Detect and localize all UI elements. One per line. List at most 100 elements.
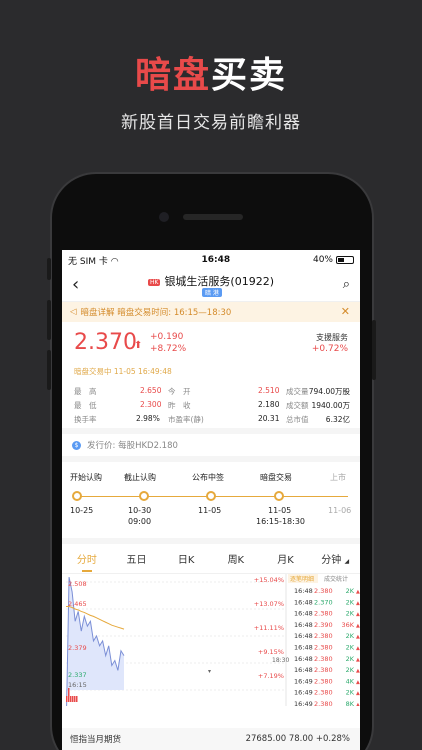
intraday-chart[interactable]: 2.508 2.465 2.379 2.337 16:15 +15.04% +13.07% +… xyxy=(62,574,360,706)
chart-tabs: 分时 五日 日K 周K 月K 分钟 ◢ xyxy=(62,544,360,574)
volume-bar xyxy=(72,696,74,702)
speaker-grille xyxy=(183,214,243,220)
dark-market-badge: 暗 港 xyxy=(202,288,222,297)
timeline-dot xyxy=(206,491,216,501)
tick-volume: 2K xyxy=(346,610,355,618)
support-service-label[interactable]: 支援服务 xyxy=(316,332,348,343)
ipo-price-label: 发行价: 每股HKD2.180 xyxy=(87,441,178,451)
hero-title: 暗盘买卖 xyxy=(0,46,422,98)
volume-down-button xyxy=(47,350,51,390)
tab-ticks-label: 逐笔明细 xyxy=(290,575,314,583)
timeline-step-label: 公布中签 xyxy=(192,473,224,482)
volume-label: 成交量 xyxy=(286,387,309,396)
timeline-dot xyxy=(72,491,82,501)
tick-price: 2.390 xyxy=(314,621,333,629)
tick-direction-icon: ▲ xyxy=(356,679,360,685)
tick-time: 16:48 xyxy=(294,587,313,595)
tab-five-day[interactable]: 五日 xyxy=(112,551,162,566)
stock-name: 银城生活服务(01922) xyxy=(164,275,275,288)
quote-panel: 2.370 ⬆ +0.190 +8.72% 支援服务 +0.72% 暗盘交易中 … xyxy=(62,322,360,384)
market-cap-label: 总市值 xyxy=(286,415,309,424)
volume-bar xyxy=(66,696,68,702)
tick-time: 16:48 xyxy=(294,655,313,663)
tab-daily-k[interactable]: 日K xyxy=(161,551,211,566)
search-icon[interactable]: ⌕ xyxy=(343,277,350,292)
tick-direction-icon: ▲ xyxy=(356,646,360,652)
tab-intraday[interactable]: 分时 xyxy=(62,551,112,572)
timeline-step-label: 开始认购 xyxy=(70,473,102,482)
close-icon[interactable]: ✕ xyxy=(341,305,350,318)
tick-price: 2.380 xyxy=(314,677,333,685)
timeline-date: 11-06 xyxy=(328,506,352,515)
pe-label: 市盈率(静) xyxy=(168,415,204,424)
tick-direction-icon: ▲ xyxy=(356,612,360,618)
price-change-pct: +8.72% xyxy=(150,344,187,354)
tick-direction-icon: ▲ xyxy=(356,634,360,640)
nav-bar: ‹ HK 银城生活服务(01922) 暗 港 ⌕ xyxy=(62,270,360,302)
tick-direction-icon: ▲ xyxy=(356,589,360,595)
tick-time: 16:48 xyxy=(294,666,313,674)
tick-volume: 2K xyxy=(346,666,355,674)
y-tick-label: 2.379 xyxy=(68,644,87,652)
y-tick-label: 2.337 xyxy=(68,671,87,679)
tick-direction-icon: ▲ xyxy=(356,691,360,697)
timeline-time: 09:00 xyxy=(128,517,152,526)
tick-price: 2.370 xyxy=(314,598,333,606)
hero-title-highlight: 暗盘 xyxy=(134,55,211,96)
carrier-label: 无 SIM 卡 ◠ xyxy=(68,256,119,267)
ipo-timeline: 开始认购 截止认购 公布中签 暗盘交易 上市 10-25 10-30 09:00… xyxy=(62,462,360,538)
timeline-step-label: 暗盘交易 xyxy=(260,473,292,482)
prev-close-value: 2.180 xyxy=(258,400,280,409)
volume-bar xyxy=(70,696,72,702)
coin-icon: $ xyxy=(72,440,81,450)
high-label: 最 高 xyxy=(74,387,97,396)
turnover-label: 换手率 xyxy=(74,415,97,424)
tick-volume: 4K xyxy=(346,677,355,685)
tick-direction-icon: ▲ xyxy=(356,657,360,663)
tick-time: 16:48 xyxy=(294,621,313,629)
notice-bar[interactable]: ◁ 暗盘详解 暗盘交易时间: 16:15—18:30 ✕ xyxy=(62,302,360,322)
tick-price: 2.380 xyxy=(314,644,333,652)
tab-weekly-k[interactable]: 周K xyxy=(211,551,261,566)
tick-volume: 36K xyxy=(341,621,354,629)
prev-close-label: 昨 收 xyxy=(168,401,191,410)
pe-value: 20.31 xyxy=(258,414,280,423)
y-tick-label: 2.508 xyxy=(68,580,87,588)
hero-title-rest: 买卖 xyxy=(211,55,288,96)
up-arrow-icon: ⬆ xyxy=(134,340,143,351)
amount-value: 1940.00万 xyxy=(311,401,350,410)
tick-price: 2.380 xyxy=(314,587,333,595)
timeline-time: 16:15-18:30 xyxy=(256,517,305,526)
notice-text: 暗盘详解 暗盘交易时间: 16:15—18:30 xyxy=(80,308,232,318)
tick-volume: 8K xyxy=(346,700,355,706)
tab-monthly-k[interactable]: 月K xyxy=(261,551,311,566)
timeline-step-label: 上市 xyxy=(330,473,346,482)
tick-time: 16:48 xyxy=(294,644,313,652)
open-value: 2.510 xyxy=(258,386,280,395)
futures-label: 恒指当月期货 xyxy=(70,735,122,745)
y-tick-label: 2.465 xyxy=(68,600,87,608)
stats-grid: 最 高 2.650 今 开 2.510 成交量 794.00万股 最 低 2.3… xyxy=(62,384,360,428)
timeline-date: 11-05 xyxy=(198,506,222,515)
tick-price: 2.380 xyxy=(314,655,333,663)
amount-label: 成交额 xyxy=(286,401,309,410)
volume-bar xyxy=(74,696,76,702)
turnover-value: 2.98% xyxy=(136,414,160,423)
hero-subtitle: 新股首日交易前瞻利器 xyxy=(121,113,301,133)
tick-direction-icon: ▲ xyxy=(356,668,360,674)
market-cap-value: 6.32亿 xyxy=(325,415,350,424)
tab-minute[interactable]: 分钟 ◢ xyxy=(310,551,360,566)
camera-icon xyxy=(159,212,169,222)
tick-time: 16:48 xyxy=(294,632,313,640)
clock: 16:48 xyxy=(201,255,231,265)
tick-time: 16:49 xyxy=(294,689,313,697)
futures-ticker[interactable]: 恒指当月期货 27685.00 78.00 +0.28% xyxy=(62,728,360,750)
tick-direction-icon: ▲ xyxy=(356,600,360,606)
tick-direction-icon: ▲ xyxy=(356,702,360,706)
low-label: 最 低 xyxy=(74,401,97,410)
tick-price: 2.380 xyxy=(314,700,333,706)
pct-tick-label: +9.15% xyxy=(258,648,284,656)
trading-status: 暗盘交易中 11-05 16:49:48 xyxy=(74,367,172,376)
price-chart-svg: 2.508 2.465 2.379 2.337 16:15 +15.04% +13.07% +… xyxy=(66,574,360,706)
dropdown-icon: ◢ xyxy=(344,558,350,565)
